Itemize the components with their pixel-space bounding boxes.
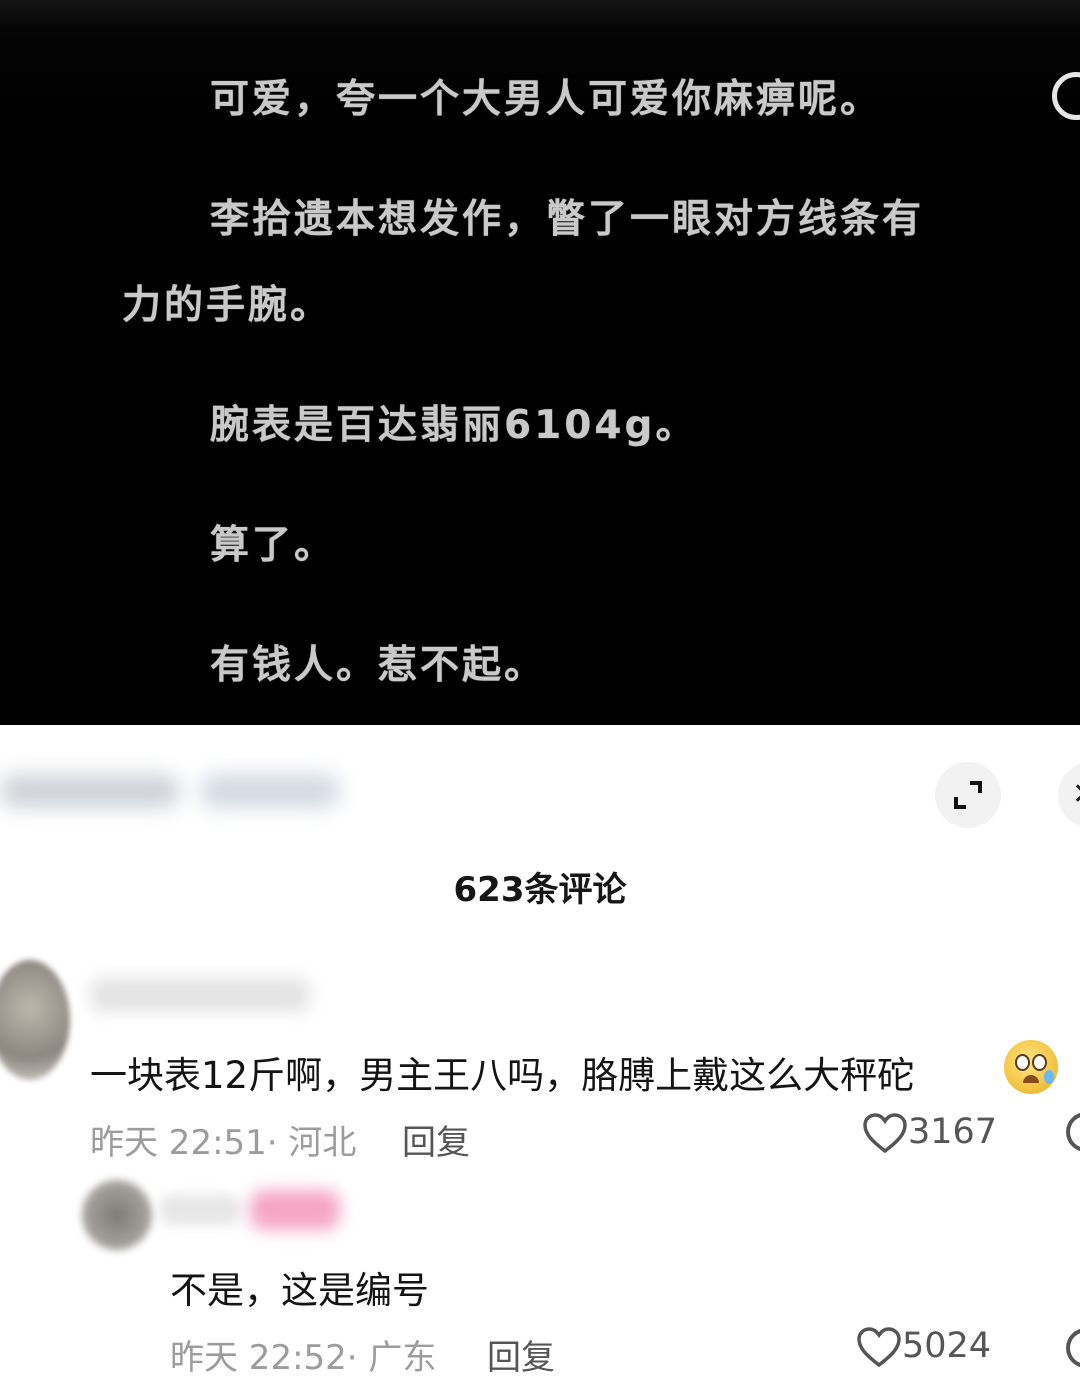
like-count: 3167: [908, 1112, 998, 1152]
reader-paragraph: 算了。: [210, 523, 337, 568]
reader-paragraph: 可爱，夸一个大男人可爱你麻痹呢。: [210, 77, 883, 122]
comment-location: · 广东: [346, 1338, 437, 1378]
comment-time: 昨天 22:52: [170, 1338, 347, 1378]
avatar[interactable]: [0, 960, 70, 1080]
reader-paragraph: 李拾遗本想发作，瞥了一眼对方线条有: [210, 197, 925, 242]
reader-paragraph: 力的手腕。: [122, 283, 333, 328]
blurred-badge: [250, 1190, 340, 1230]
more-icon[interactable]: [1066, 1112, 1080, 1152]
comment-count-title: 623条评论: [453, 870, 627, 910]
crying-laughing-emoji-icon: [1004, 1040, 1058, 1094]
blurred-username-strip: [0, 762, 350, 822]
reply-button[interactable]: 回复: [487, 1330, 555, 1379]
like-button[interactable]: 3167: [862, 1112, 997, 1154]
like-button[interactable]: 5024: [856, 1326, 991, 1368]
reader-paragraph: 腕表是百达翡丽6104g。: [210, 403, 698, 448]
more-icon[interactable]: [1066, 1328, 1080, 1368]
heart-icon: [863, 1113, 907, 1154]
expand-icon: [954, 781, 982, 809]
blurred-username[interactable]: [160, 1195, 240, 1225]
comment-meta: 昨天 22:52· 广东: [170, 1330, 436, 1379]
comment-meta: 昨天 22:51· 河北: [90, 1115, 356, 1164]
close-button[interactable]: ✕: [1058, 762, 1080, 828]
reader-paragraph: 有钱人。惹不起。: [210, 643, 547, 688]
reply-button[interactable]: 回复: [402, 1115, 470, 1164]
comment-text: 不是，这是编号: [170, 1269, 429, 1312]
novel-reader-area: 可爱，夸一个大男人可爱你麻痹呢。 李拾遗本想发作，瞥了一眼对方线条有 力的手腕。…: [0, 0, 1080, 725]
circle-icon[interactable]: [1052, 72, 1080, 120]
expand-button[interactable]: [935, 762, 1001, 828]
comment-text: 一块表12斤啊，男主王八吗，胳膊上戴这么大秤砣: [90, 1054, 915, 1097]
comment-time: 昨天 22:51: [90, 1123, 267, 1163]
blurred-username[interactable]: [90, 978, 310, 1012]
heart-icon: [857, 1327, 901, 1368]
avatar[interactable]: [82, 1180, 152, 1250]
comment-location: · 河北: [266, 1123, 357, 1163]
like-count: 5024: [902, 1326, 992, 1366]
close-icon: ✕: [1072, 777, 1080, 812]
